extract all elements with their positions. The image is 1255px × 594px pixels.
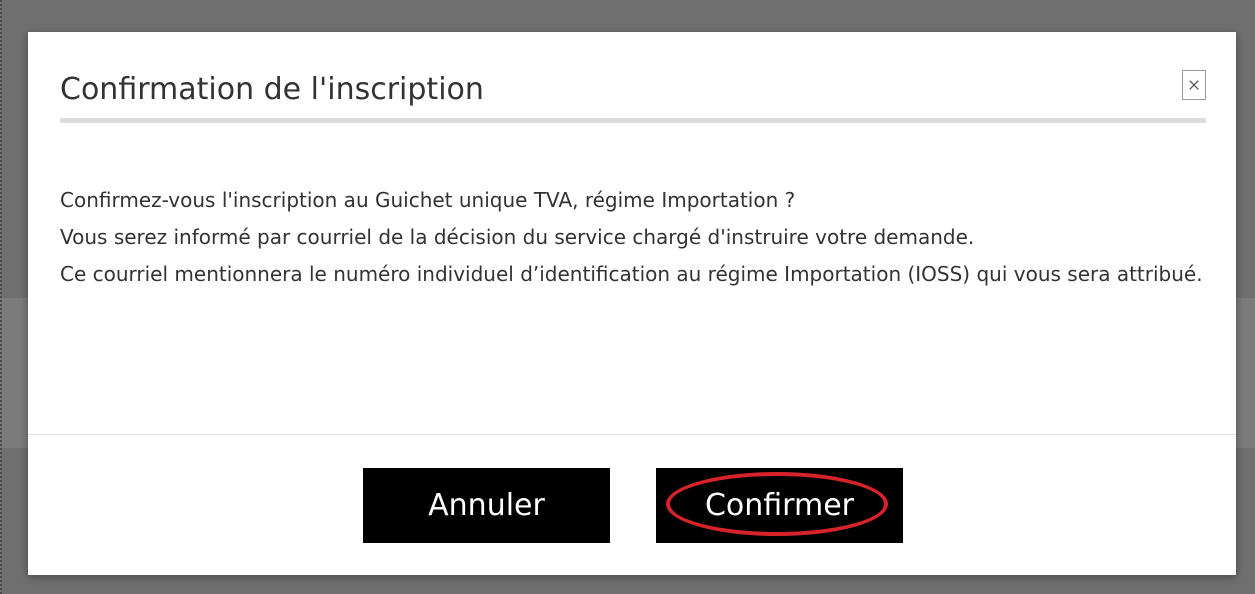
- body-line-question: Confirmez-vous l'inscription au Guichet …: [60, 188, 796, 212]
- confirmation-dialog: Confirmation de l'inscription Confirmez-…: [28, 32, 1236, 575]
- confirm-button[interactable]: Confirmer: [656, 468, 903, 543]
- cancel-button-label: Annuler: [428, 488, 545, 523]
- dialog-title: Confirmation de l'inscription: [60, 72, 484, 107]
- confirm-button-label: Confirmer: [704, 488, 855, 523]
- cancel-button[interactable]: Annuler: [363, 468, 610, 543]
- body-line-ioss: Ce courriel mentionnera le numéro indivi…: [60, 262, 1203, 286]
- body-line-notification: Vous serez informé par courriel de la dé…: [60, 225, 975, 249]
- close-button[interactable]: [1182, 70, 1206, 100]
- footer-divider: [28, 434, 1236, 435]
- dialog-header: Confirmation de l'inscription: [60, 70, 1206, 123]
- close-icon: [1189, 80, 1199, 90]
- dialog-body: Confirmez-vous l'inscription au Guichet …: [60, 182, 1206, 293]
- background-edge: [0, 0, 10, 594]
